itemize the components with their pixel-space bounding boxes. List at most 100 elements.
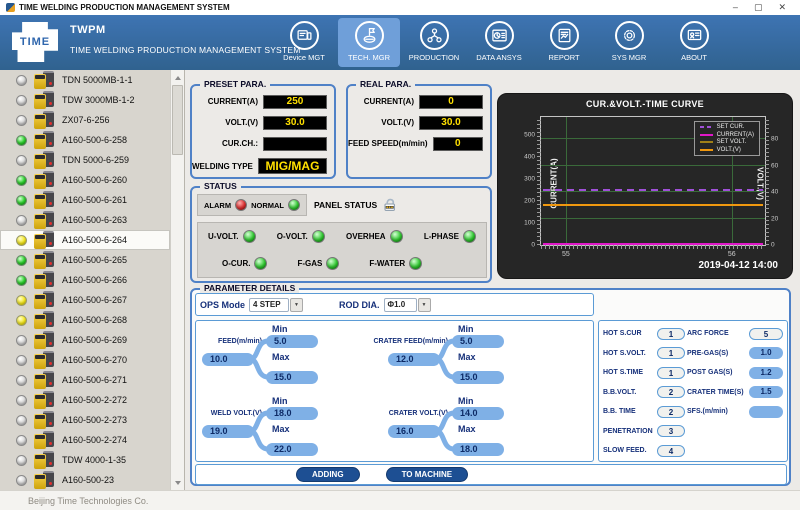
device-list-item[interactable]: TDN 5000-6-259 xyxy=(0,150,170,170)
ops-mode-dropdown-arrow-icon[interactable]: ▼ xyxy=(290,298,303,312)
legend-item: SET CUR. xyxy=(700,124,754,130)
device-list-item[interactable]: TDN 5000MB-1-1 xyxy=(0,70,170,90)
welder-machine-icon xyxy=(33,391,56,410)
preset-curch-label: CUR.CH.: xyxy=(222,139,258,148)
device-list-item[interactable]: A160-500-6-265 xyxy=(0,250,170,270)
device-list-item[interactable]: A160-500-6-264 xyxy=(0,230,170,250)
step-param-value-2[interactable]: 1.0 xyxy=(749,347,783,359)
max-value-pill[interactable]: 18.0 xyxy=(452,443,504,456)
panel-status: PANEL STATUS xyxy=(314,197,398,213)
current-value-pill[interactable]: 12.0 xyxy=(388,353,440,366)
series-line-set-cur xyxy=(543,189,763,191)
preset-volt-label: VOLT.(V) xyxy=(225,118,258,127)
current-value-pill[interactable]: 16.0 xyxy=(388,425,440,438)
device-list-item[interactable]: TDW 4000-1-35 xyxy=(0,450,170,470)
maximize-button[interactable]: ▢ xyxy=(754,0,763,15)
max-value-pill[interactable]: 15.0 xyxy=(452,371,504,384)
step-param-value[interactable]: 4 xyxy=(657,445,685,457)
nav-item-data-ansys[interactable]: DATA ANSYS xyxy=(468,18,530,67)
welder-front-unit xyxy=(34,114,46,129)
device-list-item[interactable]: A160-500-2-274 xyxy=(0,430,170,450)
device-list-item[interactable]: A160-500-6-260 xyxy=(0,170,170,190)
ops-mode-dropdown[interactable]: 4 STEP ▼ xyxy=(249,298,303,312)
device-name: TDW 4000-1-35 xyxy=(62,455,126,465)
welder-machine-icon xyxy=(33,351,56,370)
device-name: TDN 5000MB-1-1 xyxy=(62,75,133,85)
current-value-pill[interactable]: 19.0 xyxy=(202,425,254,438)
device-list-item[interactable]: A160-500-6-268 xyxy=(0,310,170,330)
nav-item-device-mgt[interactable]: Device MGT xyxy=(273,18,335,67)
to-machine-button[interactable]: TO MACHINE xyxy=(386,467,469,482)
legend-label: VOLT.(V) xyxy=(717,147,741,153)
max-label: Max xyxy=(458,352,476,362)
device-list-item[interactable]: A160-500-6-266 xyxy=(0,270,170,290)
device-list-item[interactable]: A160-500-6-258 xyxy=(0,130,170,150)
parameter-details-panel: PARAMETER DETAILS OPS Mode 4 STEP ▼ ROD … xyxy=(190,288,791,486)
step-param-value-2[interactable]: 1.2 xyxy=(749,367,783,379)
nav-item-tech-mgr[interactable]: TECH. MGR xyxy=(338,18,400,67)
minimize-button[interactable]: – xyxy=(733,0,738,15)
rod-dia-dropdown-arrow-icon[interactable]: ▼ xyxy=(418,298,431,312)
step-param-value[interactable]: 1 xyxy=(657,328,685,340)
welding-type-value: MIG/MAG xyxy=(258,158,327,174)
step-param-row: HOT S.VOLT.1PRE-GAS(S)1.0 xyxy=(603,347,783,360)
device-list-item[interactable]: A160-500-23 xyxy=(0,470,170,490)
scrollbar-down-arrow-icon[interactable] xyxy=(171,477,184,489)
device-list-item[interactable]: TDW 3000MB-1-2 xyxy=(0,90,170,110)
main-nav: Device MGTTECH. MGRPRODUCTIONDATA ANSYS R… xyxy=(273,18,725,67)
real-volt-value: 30.0 xyxy=(419,116,483,130)
device-list-item[interactable]: A160-500-6-270 xyxy=(0,350,170,370)
max-label: Max xyxy=(458,424,476,434)
scrollbar-thumb[interactable] xyxy=(172,85,183,155)
device-list-item[interactable]: ZX07-6-256 xyxy=(0,110,170,130)
welder-machine-icon xyxy=(33,111,56,130)
step-param-row: PENETRATION3 xyxy=(603,425,783,438)
step-param-value[interactable]: 3 xyxy=(657,425,685,437)
device-list-item[interactable]: A160-500-6-269 xyxy=(0,330,170,350)
device-list-item[interactable]: A160-500-6-261 xyxy=(0,190,170,210)
step-param-value[interactable]: 1 xyxy=(657,367,685,379)
close-button[interactable]: ✕ xyxy=(778,0,786,15)
welder-front-unit xyxy=(34,74,46,89)
device-list-item[interactable]: A160-500-2-273 xyxy=(0,410,170,430)
sidebar-scrollbar[interactable] xyxy=(170,70,184,490)
nav-item-label: REPORT xyxy=(548,53,579,62)
welder-front-unit xyxy=(34,214,46,229)
rod-dia-value[interactable]: Φ1.0 xyxy=(384,298,417,312)
device-name: A160-500-6-269 xyxy=(62,335,127,345)
rod-dia-dropdown[interactable]: Φ1.0 ▼ xyxy=(384,298,431,312)
step-param-value-2[interactable]: 5 xyxy=(749,328,783,340)
nav-item-sys-mgr[interactable]: SYS MGR xyxy=(598,18,660,67)
legend-label: SET VOLT. xyxy=(717,139,746,145)
current-value-pill[interactable]: 10.0 xyxy=(202,353,254,366)
chart-vgrid xyxy=(566,117,567,245)
scrollbar-up-arrow-icon[interactable] xyxy=(171,71,184,83)
step-param-value[interactable]: 2 xyxy=(657,386,685,398)
ops-mode-value[interactable]: 4 STEP xyxy=(249,298,289,312)
device-list-item[interactable]: A160-500-6-263 xyxy=(0,210,170,230)
legend-item: CURRENT(A) xyxy=(700,132,754,138)
min-value-pill[interactable]: 18.0 xyxy=(266,407,318,420)
max-value-pill[interactable]: 15.0 xyxy=(266,371,318,384)
min-value-pill[interactable]: 5.0 xyxy=(266,335,318,348)
max-value-pill[interactable]: 22.0 xyxy=(266,443,318,456)
device-list-item[interactable]: A160-500-6-271 xyxy=(0,370,170,390)
min-value-pill[interactable]: 14.0 xyxy=(452,407,504,420)
device-list-item[interactable]: A160-500-2-272 xyxy=(0,390,170,410)
step-param-value[interactable]: 2 xyxy=(657,406,685,418)
step-param-value-2[interactable]: 1.5 xyxy=(749,386,783,398)
device-list-item[interactable]: A160-500-6-267 xyxy=(0,290,170,310)
nav-item-report[interactable]: REPORT xyxy=(533,18,595,67)
chart-timestamp: 2019-04-12 14:00 xyxy=(698,260,778,271)
report-icon xyxy=(550,21,579,50)
device-status-dot-warning xyxy=(16,295,27,306)
step-param-value-2[interactable] xyxy=(749,406,783,418)
real-panel-title: REAL PARA. xyxy=(356,79,415,89)
brace-connector xyxy=(250,407,268,460)
adding-button[interactable]: ADDING xyxy=(296,467,360,482)
nav-item-about[interactable]: ABOUT xyxy=(663,18,725,67)
nav-item-production[interactable]: PRODUCTION xyxy=(403,18,465,67)
min-value-pill[interactable]: 5.0 xyxy=(452,335,504,348)
device-status-dot-offline xyxy=(16,95,27,106)
step-param-value[interactable]: 1 xyxy=(657,347,685,359)
